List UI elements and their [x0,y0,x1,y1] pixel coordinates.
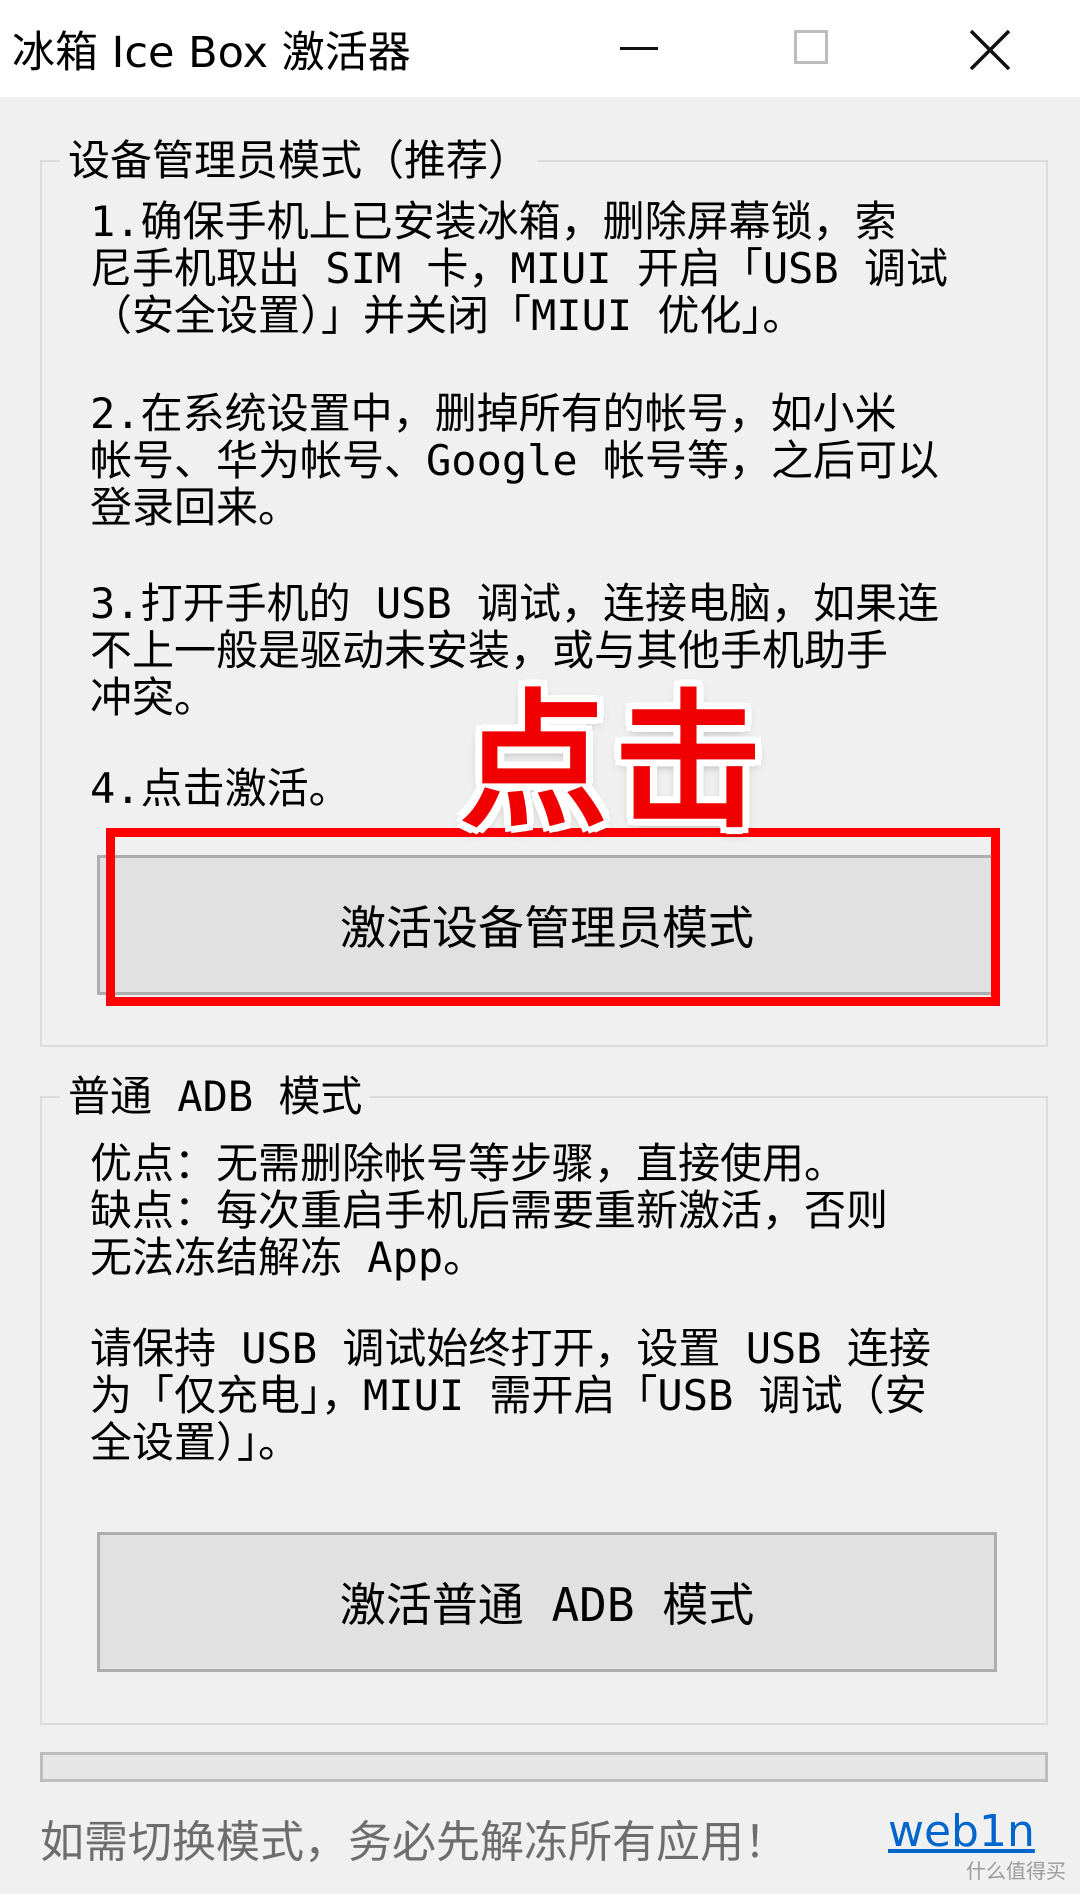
adb-legend: 普通 ADB 模式 [68,1072,363,1121]
watermark: 什么值得买 [966,1859,1066,1883]
minimize-button[interactable] [578,0,698,97]
maximize-icon [794,30,828,64]
device-admin-legend: 设备管理员模式（推荐） [68,136,531,185]
step-4-text: 4.点击激活。 [90,764,351,813]
adb-pros-cons-text: 优点：无需删除帐号等步骤，直接使用。 缺点：每次重启手机后需要重新激活，否则 无… [90,1139,889,1282]
activate-device-admin-button[interactable]: 激活设备管理员模式 [97,855,997,995]
step-3-text: 3.打开手机的 USB 调试，连接电脑，如果连 不上一般是驱动未安装，或与其他手… [90,579,940,722]
close-button[interactable] [928,0,1048,97]
step-1-text: 1.确保手机上已安装冰箱，删除屏幕锁，索 尼手机取出 SIM 卡，MIUI 开启… [90,197,949,340]
title-bar: 冰箱 Ice Box 激活器 [0,0,1080,97]
minimize-icon [620,47,658,50]
activate-adb-button[interactable]: 激活普通 ADB 模式 [97,1532,997,1672]
maximize-button[interactable] [752,0,872,97]
adb-usb-note-text: 请保持 USB 调试始终打开，设置 USB 连接 为「仅充电」，MIUI 需开启… [90,1324,931,1467]
status-text: 如需切换模式，务必先解冻所有应用！ [40,1817,788,1868]
progress-bar [40,1752,1048,1782]
window-title: 冰箱 Ice Box 激活器 [12,28,411,78]
close-icon [969,29,1011,71]
step-2-text: 2.在系统设置中，删掉所有的帐号，如小米 帐号、华为帐号、Google 帐号等，… [90,389,940,532]
author-link[interactable]: web1n [888,1806,1035,1857]
